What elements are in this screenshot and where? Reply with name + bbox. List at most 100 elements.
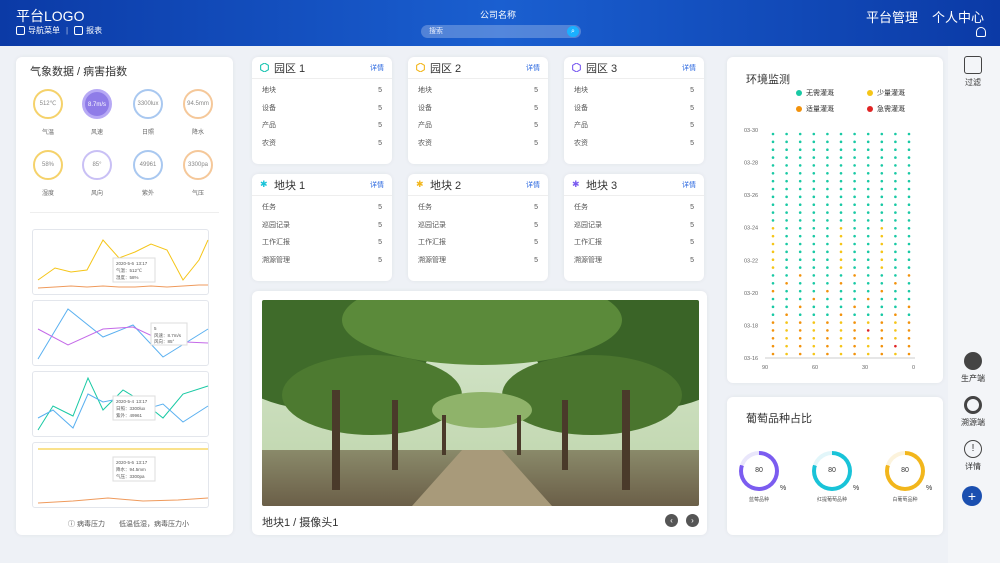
scatter-point — [839, 305, 843, 309]
scatter-point — [866, 187, 870, 191]
details-link[interactable]: 详情 — [526, 63, 540, 73]
list-item: 设备 5 — [262, 104, 382, 112]
menu-icon — [16, 26, 25, 36]
park-card-1: 园区 1 详情 地块 5 设备 5 产品 5 农资 5 — [252, 57, 392, 164]
list-item: 产品 5 — [418, 122, 538, 129]
nav-menu-link[interactable]: 导航菜单 — [16, 25, 60, 36]
scatter-point — [812, 164, 816, 167]
scatter-point — [866, 164, 870, 167]
personal-center-link[interactable]: 个人中心 — [932, 7, 984, 26]
details-link[interactable]: 详情 — [370, 63, 384, 73]
scatter-point — [880, 266, 884, 269]
scatter-point — [853, 219, 856, 222]
prev-camera-button[interactable]: ‹ — [665, 514, 678, 527]
mini-chart-temp-humidity[interactable]: 2020-5-6 13:17 气温：512℃ 湿度：58% — [32, 229, 209, 295]
scatter-point — [839, 242, 843, 246]
mini-chart-wind[interactable]: 5 风速：8.7m/s 风向：85° — [32, 300, 209, 366]
scatter-point — [894, 187, 897, 191]
scatter-point — [771, 313, 775, 317]
y-tick-label: 03-18 — [744, 323, 758, 329]
scatter-point — [907, 297, 911, 301]
scatter-point — [812, 140, 816, 144]
scatter-point — [826, 352, 829, 356]
scatter-point — [771, 321, 775, 324]
details-link[interactable]: 详情 — [682, 180, 696, 190]
y-tick-label: 03-28 — [744, 161, 758, 167]
scatter-point — [853, 203, 856, 207]
scatter-point — [853, 352, 856, 356]
scatter-point — [771, 132, 775, 136]
list-item: 农资 5 — [262, 139, 382, 147]
scatter-point — [812, 274, 816, 277]
scatter-point — [771, 266, 775, 269]
scatter-point — [853, 171, 856, 175]
park-title: 园区 3 — [586, 62, 618, 75]
scatter-point — [880, 352, 884, 356]
scatter-point — [853, 289, 856, 293]
mini-chart-sunlight-uv[interactable]: 2020-5-4 13:17 日照：3300lux 紫外：49961 — [32, 371, 209, 437]
scatter-point — [826, 203, 829, 207]
scatter-point — [880, 336, 884, 340]
search-input[interactable]: 搜索 ⌕ — [421, 25, 581, 38]
scatter-point — [907, 140, 911, 144]
scatter-point — [880, 274, 884, 277]
mini-chart-rain-pressure[interactable]: 2020-5-6 13:17 降水：94.5mm 气压：3300pa — [32, 442, 209, 508]
scatter-point — [826, 164, 829, 167]
scatter-point — [826, 274, 829, 277]
details-button[interactable]: ! 详情 — [955, 440, 991, 472]
scatter-point — [839, 132, 843, 136]
list-item: 巡园记录 5 — [262, 221, 382, 229]
gauge-wind-speed: 8.7m/s — [82, 89, 112, 119]
bell-icon[interactable] — [976, 27, 986, 37]
scatter-point — [880, 171, 884, 175]
platform-admin-link[interactable]: 平台管理 — [866, 7, 918, 26]
y-tick-label: 03-30 — [744, 128, 758, 134]
plot-title: 地块 1 — [274, 179, 306, 192]
scatter-point — [866, 211, 870, 214]
scatter-point — [785, 156, 788, 159]
scatter-point — [771, 211, 775, 214]
traceability-button[interactable]: 溯源端 — [955, 396, 991, 428]
scatter-point — [785, 250, 788, 254]
scatter-point — [853, 187, 856, 191]
scatter-point — [771, 258, 775, 262]
plot-card-3: ✱ 地块 3 详情 任务 5 巡园记录 5 工作汇报 5 溯源管理 5 — [564, 174, 704, 281]
search-icon[interactable]: ⌕ — [567, 26, 579, 37]
x-tick-label: 60 — [812, 365, 818, 371]
report-link[interactable]: 报表 — [74, 25, 102, 36]
filter-button[interactable]: 过滤 — [955, 56, 991, 88]
scatter-point — [785, 234, 788, 238]
divider: | — [66, 26, 69, 35]
scatter-point — [853, 132, 856, 136]
variety-gauge: 80 — [885, 451, 925, 491]
gauge-label: 白葡萄品种 — [892, 497, 918, 503]
scatter-point — [853, 258, 856, 262]
scatter-point — [839, 148, 843, 152]
producer-button[interactable]: 生产端 — [955, 352, 991, 384]
details-link[interactable]: 详情 — [526, 180, 540, 190]
scatter-point — [826, 305, 829, 309]
add-button[interactable]: + — [962, 486, 982, 506]
scatter-point — [907, 211, 911, 214]
scatter-point — [907, 219, 911, 222]
scatter-point — [771, 156, 775, 159]
scatter-point — [826, 266, 829, 269]
scatter-point — [798, 329, 802, 332]
details-link[interactable]: 详情 — [370, 180, 384, 190]
report-label: 报表 — [86, 26, 103, 35]
camera-feed-image[interactable] — [262, 300, 699, 506]
line-chart-svg: 5 风速：8.7m/s 风向：85° — [37, 308, 209, 360]
scatter-point — [866, 266, 870, 269]
details-link[interactable]: 详情 — [682, 63, 696, 73]
next-camera-button[interactable]: › — [686, 514, 699, 527]
scatter-point — [853, 211, 856, 214]
legend-item: 适量灌溉 — [796, 104, 834, 114]
scatter-point — [866, 234, 870, 238]
scatter-point — [866, 289, 870, 293]
scatter-point — [839, 171, 843, 175]
irrigation-scatter-chart[interactable]: 03-30 03-28 03-26 03-24 03-22 03-20 03-18 03-16… — [740, 120, 930, 375]
app-logo: 平台LOGO — [16, 8, 85, 24]
scatter-point — [798, 274, 802, 277]
scatter-point — [907, 148, 911, 152]
gear-icon: ✱ — [260, 179, 268, 189]
